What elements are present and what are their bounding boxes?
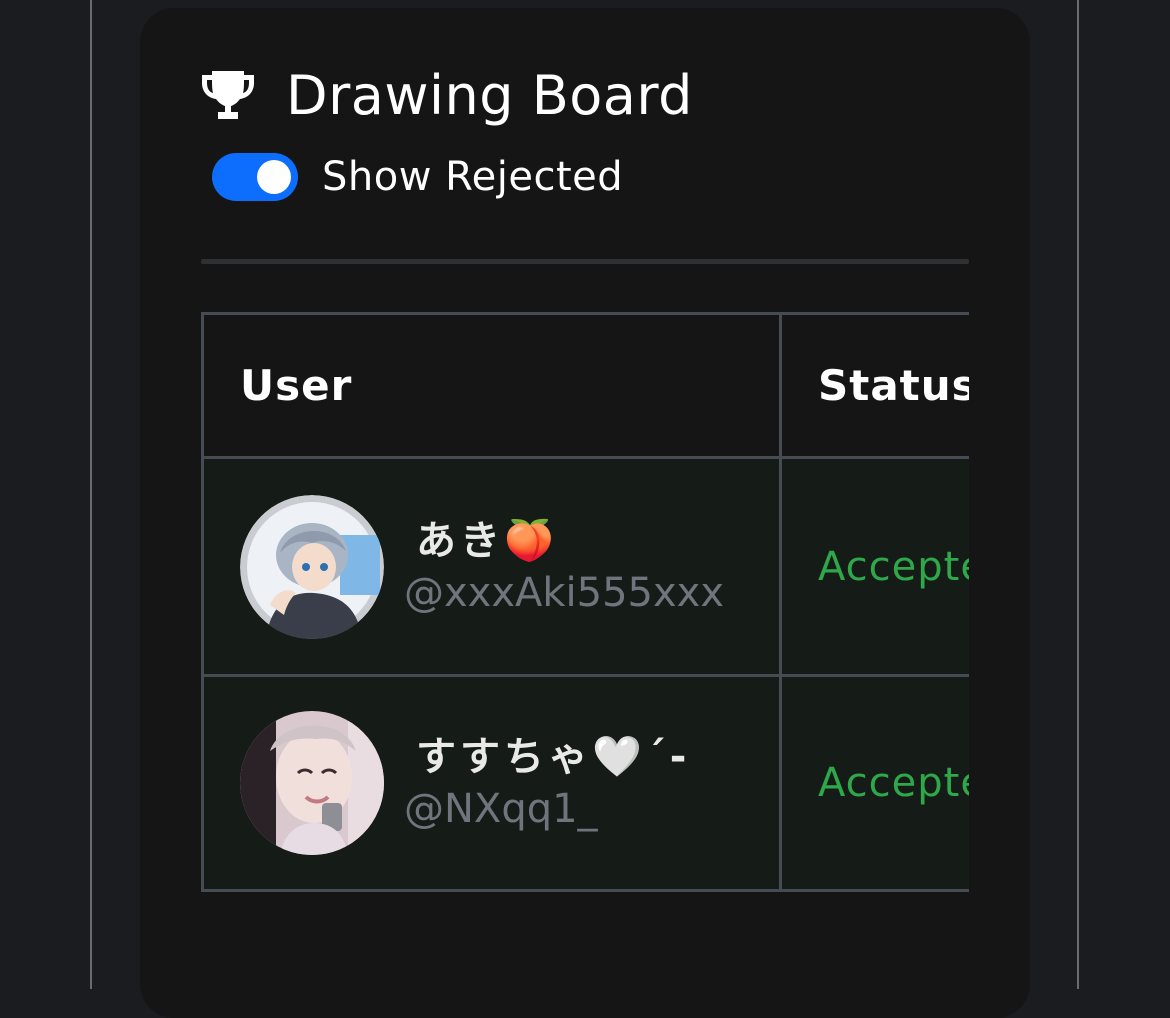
status-cell: Accepted	[779, 456, 969, 677]
user-cell: あき🍑 @xxxAki555xxx	[201, 456, 782, 677]
submissions-table-container[interactable]: User Status あき🍑 @xxxAki555xxx Accept すすち…	[201, 312, 969, 932]
user-handle[interactable]: @NXqq1_	[404, 783, 690, 835]
trophy-icon	[202, 71, 254, 119]
table-row: すすちゃ🤍´- @NXqq1_ Accepted	[201, 674, 969, 892]
status-cell: Accepted	[779, 674, 969, 892]
drawing-board-card: Drawing Board Show Rejected User Status	[140, 8, 1030, 1018]
submissions-table: User Status あき🍑 @xxxAki555xxx Accept すすち…	[201, 312, 969, 892]
divider	[201, 259, 969, 264]
show-rejected-label: Show Rejected	[322, 154, 624, 200]
window-right-border	[1077, 0, 1079, 989]
avatar[interactable]	[240, 711, 384, 855]
page-title: Drawing Board	[286, 63, 693, 127]
user-display-name: すすちゃ🤍´-	[416, 734, 691, 780]
status-accepted: Accepted	[818, 543, 969, 590]
avatar[interactable]	[240, 494, 384, 639]
column-header-status: Status	[779, 312, 969, 459]
card-header: Drawing Board	[198, 60, 693, 130]
user-cell: すすちゃ🤍´- @NXqq1_	[201, 674, 782, 892]
show-rejected-row: Show Rejected	[212, 148, 623, 206]
toggle-knob	[257, 160, 291, 194]
window-left-border	[90, 0, 92, 989]
user-display-name: あき🍑	[416, 517, 558, 564]
table-header-row: User Status	[201, 312, 969, 459]
table-row: あき🍑 @xxxAki555xxx Accepted	[201, 456, 969, 677]
status-accepted: Accepted	[818, 760, 969, 806]
show-rejected-toggle[interactable]	[212, 153, 298, 201]
column-header-user: User	[201, 312, 782, 459]
user-handle[interactable]: @xxxAki555xxx	[404, 567, 724, 619]
